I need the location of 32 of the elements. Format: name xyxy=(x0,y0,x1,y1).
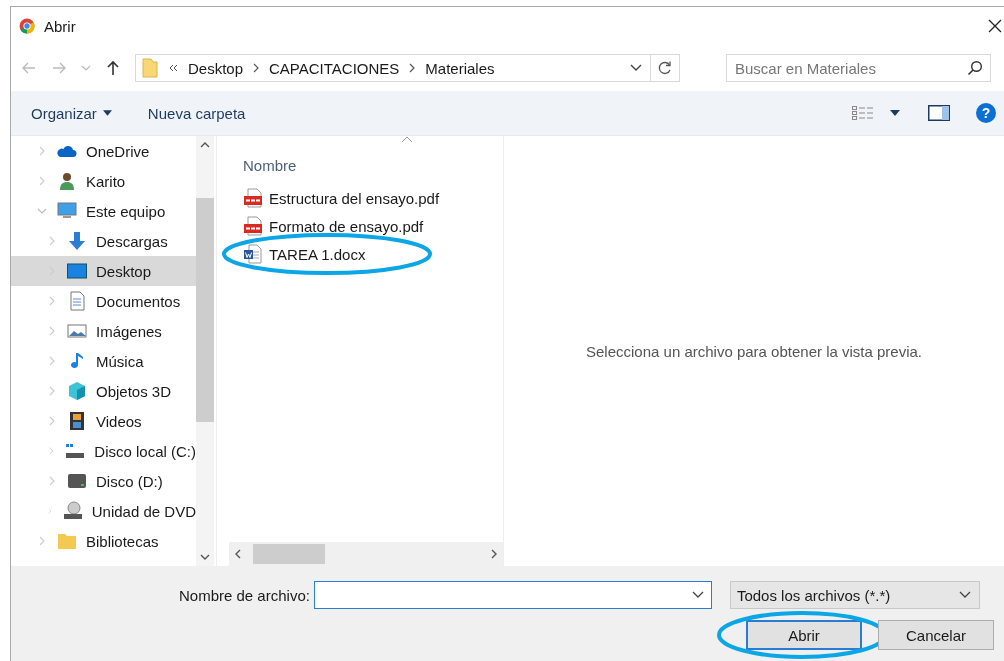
sidebar-item[interactable]: Videos xyxy=(11,406,196,436)
column-header[interactable]: Nombre xyxy=(243,157,297,176)
breadcrumb-item[interactable]: Desktop xyxy=(188,59,244,77)
filename-label: Nombre de archivo: xyxy=(179,586,310,604)
breadcrumb-item[interactable]: Materiales xyxy=(425,59,495,77)
breadcrumb-item[interactable]: CAPACITACIONES xyxy=(269,59,400,77)
file-type-dropdown[interactable]: Todos los archivos (*.*) xyxy=(729,581,980,609)
open-button[interactable]: Abrir xyxy=(746,620,862,650)
preview-message: Selecciona un archivo para obtener la vista previa. xyxy=(586,342,922,360)
file-name[interactable]: Estructura del ensayo.pdf xyxy=(269,189,440,207)
sidebar-item[interactable]: Unidad de DVD xyxy=(11,496,196,526)
sidebar-item[interactable]: Descargas xyxy=(11,226,196,256)
sidebar-item[interactable]: Disco local (C:) xyxy=(11,436,196,466)
address-bar[interactable]: Desktop CAPACITACIONES Materiales xyxy=(135,54,680,82)
file-name[interactable]: TAREA 1.docx xyxy=(269,245,366,263)
sidebar-item[interactable]: Imágenes xyxy=(11,316,196,346)
sidebar-item[interactable]: Música xyxy=(11,346,196,376)
sidebar-item[interactable]: Desktop xyxy=(11,256,196,286)
file-name[interactable]: Formato de ensayo.pdf xyxy=(269,217,424,235)
sidebar-item[interactable]: Documentos xyxy=(11,286,196,316)
sidebar-item[interactable]: Objetos 3D xyxy=(11,376,196,406)
sidebar-item[interactable]: Este equipo xyxy=(11,196,196,226)
sidebar-item[interactable]: Karito xyxy=(11,166,196,196)
window-title: Abrir xyxy=(44,17,76,35)
sidebar-item[interactable]: OneDrive xyxy=(11,136,196,166)
help-icon[interactable]: ? xyxy=(976,103,996,123)
organize-button[interactable]: Organizar xyxy=(21,100,122,126)
sidebar-item[interactable]: Bibliotecas xyxy=(11,526,196,556)
new-folder-button[interactable]: Nueva carpeta xyxy=(137,100,256,126)
sidebar-item[interactable]: Disco (D:) xyxy=(11,466,196,496)
search-field[interactable]: Buscar en Materiales xyxy=(726,54,991,82)
cancel-button[interactable]: Cancelar xyxy=(878,620,994,650)
